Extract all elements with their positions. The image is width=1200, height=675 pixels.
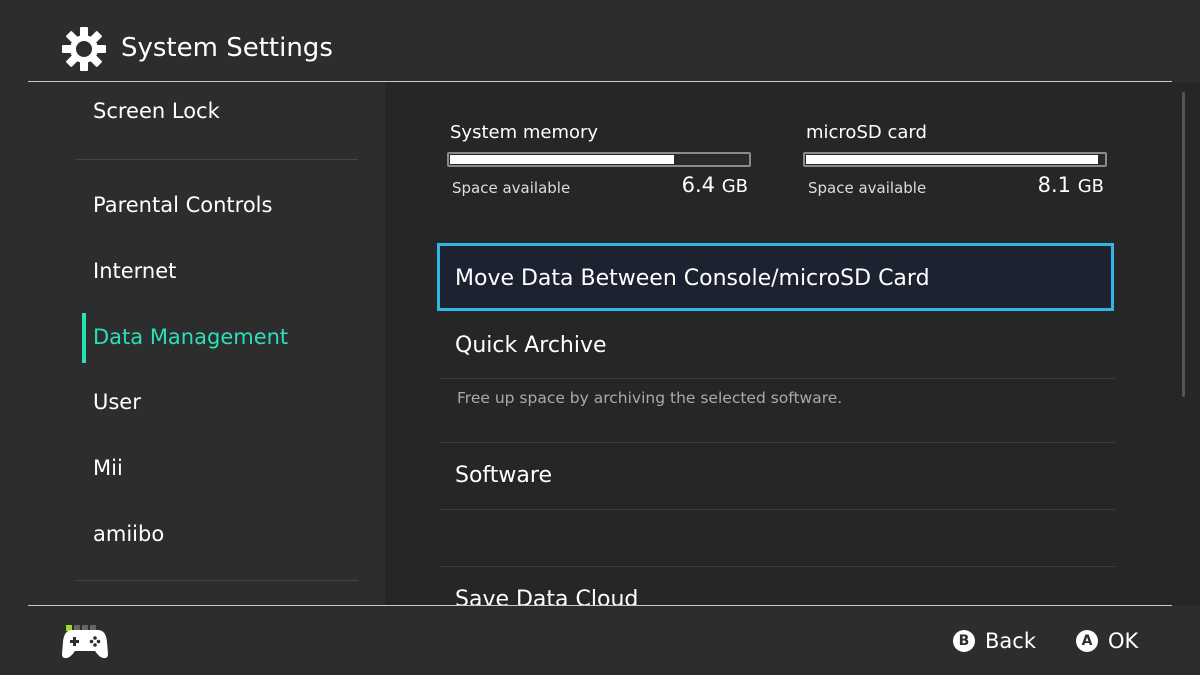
- sidebar: Screen Lock Parental Controls Internet D…: [0, 82, 385, 605]
- system-memory-space-value: 6.4 GB: [628, 173, 748, 197]
- system-memory-unit: GB: [721, 176, 748, 197]
- ok-label: OK: [1108, 629, 1139, 653]
- microsd-label: microSD card: [806, 122, 927, 143]
- sidebar-item-screen-lock[interactable]: Screen Lock: [93, 96, 220, 126]
- sidebar-item-data-management[interactable]: Data Management: [93, 322, 288, 352]
- controller-icon: [62, 630, 108, 659]
- microsd-bar: [803, 152, 1107, 167]
- gear-icon: [62, 27, 106, 71]
- microsd-space-value: 8.1 GB: [984, 173, 1104, 197]
- microsd-unit: GB: [1077, 176, 1104, 197]
- menu-item-save-data-cloud[interactable]: Save Data Cloud: [455, 585, 638, 605]
- page-title: System Settings: [121, 33, 333, 63]
- menu-item-move-data-label[interactable]: Move Data Between Console/microSD Card: [455, 264, 930, 294]
- sidebar-item-parental-controls[interactable]: Parental Controls: [93, 190, 272, 220]
- quick-archive-description: Free up space by archiving the selected …: [457, 389, 843, 407]
- header: System Settings: [0, 0, 1200, 82]
- row-divider: [440, 509, 1115, 510]
- scrollbar[interactable]: [1182, 92, 1185, 397]
- ok-button[interactable]: A OK: [1076, 629, 1138, 653]
- menu-item-quick-archive[interactable]: Quick Archive: [455, 331, 607, 361]
- footer: B Back A OK: [0, 606, 1200, 675]
- sidebar-divider: [75, 580, 358, 581]
- menu-item-software[interactable]: Software: [455, 461, 552, 491]
- microsd-space-label: Space available: [808, 179, 927, 197]
- system-memory-label: System memory: [450, 122, 599, 143]
- back-label: Back: [985, 629, 1036, 653]
- b-button-icon: B: [953, 630, 975, 652]
- row-divider: [440, 442, 1115, 443]
- system-memory-bar-fill: [450, 155, 674, 164]
- sidebar-item-user[interactable]: User: [93, 387, 141, 417]
- a-button-icon: A: [1076, 630, 1098, 652]
- controller-indicator: [66, 616, 98, 631]
- back-button[interactable]: B Back: [953, 629, 1036, 653]
- sidebar-item-mii[interactable]: Mii: [93, 453, 123, 483]
- row-divider: [440, 566, 1115, 567]
- system-memory-bar: [447, 152, 751, 167]
- sidebar-item-amiibo[interactable]: amiibo: [93, 519, 164, 549]
- sidebar-divider: [75, 159, 358, 160]
- row-divider: [440, 378, 1115, 379]
- sidebar-active-indicator: [82, 313, 86, 363]
- system-memory-value: 6.4: [681, 173, 716, 197]
- microsd-bar-fill: [806, 155, 1098, 164]
- main-panel: System memory Space available 6.4 GB mic…: [385, 82, 1200, 605]
- sidebar-item-internet[interactable]: Internet: [93, 256, 176, 286]
- system-memory-space-label: Space available: [452, 179, 571, 197]
- microsd-value: 8.1: [1037, 173, 1072, 197]
